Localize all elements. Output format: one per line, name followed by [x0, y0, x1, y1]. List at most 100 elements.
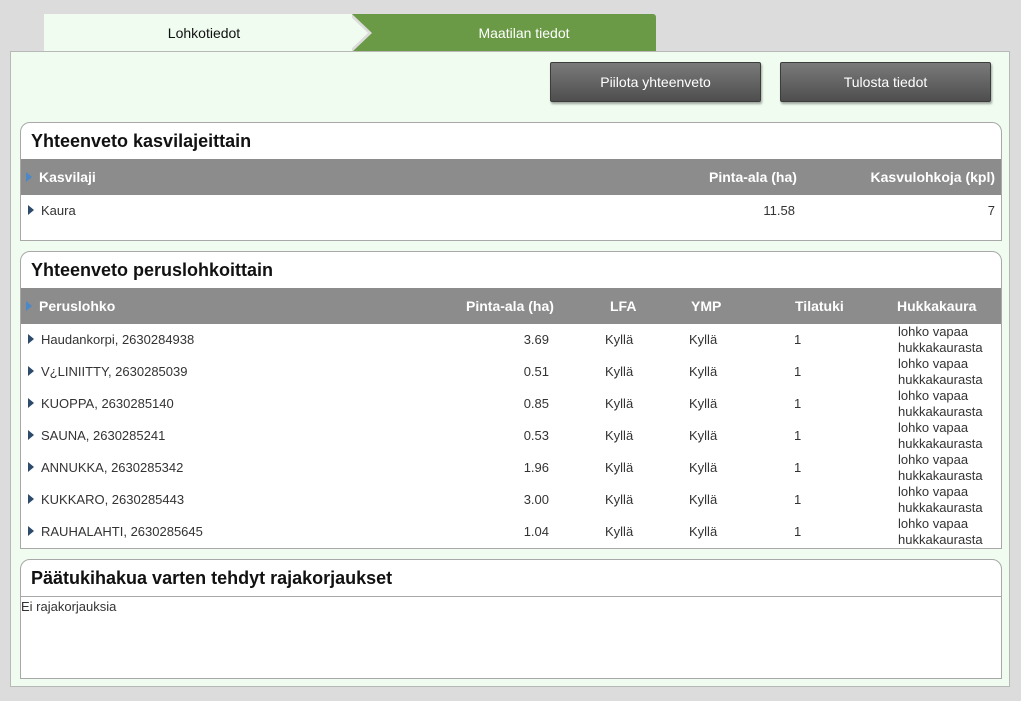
expand-arrow-icon[interactable] [28, 526, 34, 536]
tab-lohkotiedot[interactable]: Lohkotiedot [44, 14, 364, 52]
parcel-ymp: Kyllä [689, 524, 718, 539]
parcel-area: 0.85 [523, 396, 549, 411]
parcel-hukkakaura-line1: lohko vapaa [898, 516, 969, 531]
hide-summary-label: Piilota yhteenveto [600, 74, 711, 90]
crop-summary-header: Kasvilaji Pinta-ala (ha) Kasvulohkoja (k… [21, 159, 1001, 195]
parcel-lfa: Kyllä [605, 396, 634, 411]
col-pinta-ala[interactable]: Pinta-ala (ha) [709, 169, 797, 185]
parcel-area: 0.51 [523, 364, 549, 379]
parcel-area: 3.00 [523, 492, 549, 507]
parcel-name: ANNUKKA, 2630285342 [41, 460, 184, 475]
parcel-hukkakaura-line1: lohko vapaa [898, 324, 969, 339]
parcel-name: SAUNA, 2630285241 [41, 428, 166, 443]
parcel-hukkakaura: lohko vapaa hukkakaurasta [898, 452, 983, 484]
parcel-hukkakaura-line2: hukkakaurasta [898, 340, 983, 355]
expand-arrow-icon[interactable] [28, 494, 34, 504]
empty-message: Ei rajakorjauksia [21, 599, 117, 614]
expand-arrow-icon[interactable] [28, 462, 34, 472]
hide-summary-button[interactable]: Piilota yhteenveto [550, 62, 761, 102]
parcel-hukkakaura-line1: lohko vapaa [898, 420, 969, 435]
parcel-hukkakaura: lohko vapaa hukkakaurasta [898, 516, 983, 548]
expand-arrow-icon[interactable] [28, 366, 34, 376]
tab-maatilan-tiedot-label: Maatilan tiedot [478, 25, 570, 41]
parcel-lfa: Kyllä [605, 492, 634, 507]
parcel-tilatuki: 1 [794, 332, 802, 347]
parcel-hukkakaura-line1: lohko vapaa [898, 484, 969, 499]
parcel-name: Haudankorpi, 2630284938 [41, 332, 195, 347]
parcel-lfa: Kyllä [605, 364, 634, 379]
sort-arrow-icon[interactable] [26, 172, 32, 182]
print-button[interactable]: Tulosta tiedot [780, 62, 991, 102]
parcel-hukkakaura-line2: hukkakaurasta [898, 468, 983, 483]
parcel-hukkakaura-line1: lohko vapaa [898, 356, 969, 371]
expand-arrow-icon[interactable] [28, 398, 34, 408]
col-kasvilaji[interactable]: Kasvilaji [39, 169, 96, 185]
parcel-name: V¿LINIITTY, 2630285039 [41, 364, 188, 379]
crop-count: 7 [987, 203, 995, 218]
table-row[interactable]: ANNUKKA, 2630285342 1.96 Kyllä Kyllä 1 lohko … [21, 452, 1001, 484]
table-row[interactable]: V¿LINIITTY, 2630285039 0.51 Kyllä Kyllä 1 loh… [21, 356, 1001, 388]
parcel-tilatuki: 1 [794, 428, 802, 443]
parcel-ymp: Kyllä [689, 492, 718, 507]
parcel-hukkakaura: lohko vapaa hukkakaurasta [898, 484, 983, 516]
parcel-hukkakaura-line2: hukkakaurasta [898, 372, 983, 387]
table-row[interactable]: Kaura 11.58 7 [21, 195, 1001, 227]
parcel-ymp: Kyllä [689, 428, 718, 443]
parcel-area: 3.69 [523, 332, 549, 347]
parcel-name: RAUHALAHTI, 2630285645 [41, 524, 203, 539]
parcel-area: 1.96 [523, 460, 549, 475]
parcel-ymp: Kyllä [689, 460, 718, 475]
parcel-summary-header: Peruslohko Pinta-ala (ha) LFA YMP Tilatu… [21, 288, 1001, 324]
parcel-hukkakaura-line1: lohko vapaa [898, 452, 969, 467]
crop-area: 11.58 [763, 203, 795, 218]
col-hukkakaura[interactable]: Hukkakaura [897, 298, 976, 314]
table-row[interactable]: Haudankorpi, 2630284938 3.69 Kyllä Kyllä 1 lo… [21, 324, 1001, 356]
parcel-ymp: Kyllä [689, 364, 718, 379]
divider [21, 596, 1001, 597]
parcel-hukkakaura-line2: hukkakaurasta [898, 500, 983, 515]
col-tilatuki[interactable]: Tilatuki [795, 298, 844, 314]
col-peruslohko[interactable]: Peruslohko [39, 298, 115, 314]
parcel-area: 0.53 [523, 428, 549, 443]
parcel-lfa: Kyllä [605, 332, 634, 347]
table-row[interactable]: SAUNA, 2630285241 0.53 Kyllä Kyllä 1 lohko va… [21, 420, 1001, 452]
parcel-hukkakaura-line2: hukkakaurasta [898, 436, 983, 451]
print-label: Tulosta tiedot [843, 74, 928, 90]
table-row[interactable]: KUKKARO, 2630285443 3.00 Kyllä Kyllä 1 lohko … [21, 484, 1001, 516]
parcel-hukkakaura: lohko vapaa hukkakaurasta [898, 388, 983, 420]
tab-active-arrow [348, 14, 368, 52]
boundary-corrections-section: Päätukihakua varten tehdyt rajakorjaukse… [20, 559, 1002, 679]
parcel-lfa: Kyllä [605, 524, 634, 539]
parcel-area: 1.04 [523, 524, 549, 539]
parcel-name: KUOPPA, 2630285140 [41, 396, 174, 411]
col-lfa[interactable]: LFA [610, 298, 636, 314]
parcel-ymp: Kyllä [689, 332, 718, 347]
parcel-tilatuki: 1 [794, 524, 802, 539]
tab-maatilan-tiedot[interactable]: Maatilan tiedot [352, 14, 656, 52]
parcel-name: KUKKARO, 2630285443 [41, 492, 185, 507]
parcel-lfa: Kyllä [605, 460, 634, 475]
crop-name: Kaura [41, 203, 76, 218]
crop-summary-title: Yhteenveto kasvilajeittain [31, 131, 252, 151]
parcel-hukkakaura: lohko vapaa hukkakaurasta [898, 420, 983, 452]
tab-bar: Lohkotiedot Maatilan tiedot [44, 14, 656, 52]
table-row[interactable]: RAUHALAHTI, 2630285645 1.04 Kyllä Kyllä 1 loh… [21, 516, 1001, 548]
table-row[interactable]: KUOPPA, 2630285140 0.85 Kyllä Kyllä 1 lohko v… [21, 388, 1001, 420]
parcel-hukkakaura-line2: hukkakaurasta [898, 532, 983, 547]
col-kasvulohkoja[interactable]: Kasvulohkoja (kpl) [871, 169, 995, 185]
main-panel: Piilota yhteenveto Tulosta tiedot Yhteen… [10, 51, 1010, 687]
parcel-tilatuki: 1 [794, 492, 802, 507]
parcel-hukkakaura-line1: lohko vapaa [898, 388, 969, 403]
expand-arrow-icon[interactable] [28, 334, 34, 344]
parcel-tilatuki: 1 [794, 364, 802, 379]
parcel-tilatuki: 1 [794, 396, 802, 411]
expand-arrow-icon[interactable] [28, 430, 34, 440]
col-ymp[interactable]: YMP [691, 298, 721, 314]
parcel-hukkakaura-line2: hukkakaurasta [898, 404, 983, 419]
tab-lohkotiedot-label: Lohkotiedot [167, 25, 241, 41]
col-pinta-ala[interactable]: Pinta-ala (ha) [466, 298, 554, 314]
crop-summary-section: Yhteenveto kasvilajeittain Kasvilaji Pin… [20, 122, 1002, 241]
sort-arrow-icon[interactable] [26, 301, 32, 311]
parcel-tilatuki: 1 [794, 460, 802, 475]
expand-arrow-icon[interactable] [28, 205, 34, 215]
